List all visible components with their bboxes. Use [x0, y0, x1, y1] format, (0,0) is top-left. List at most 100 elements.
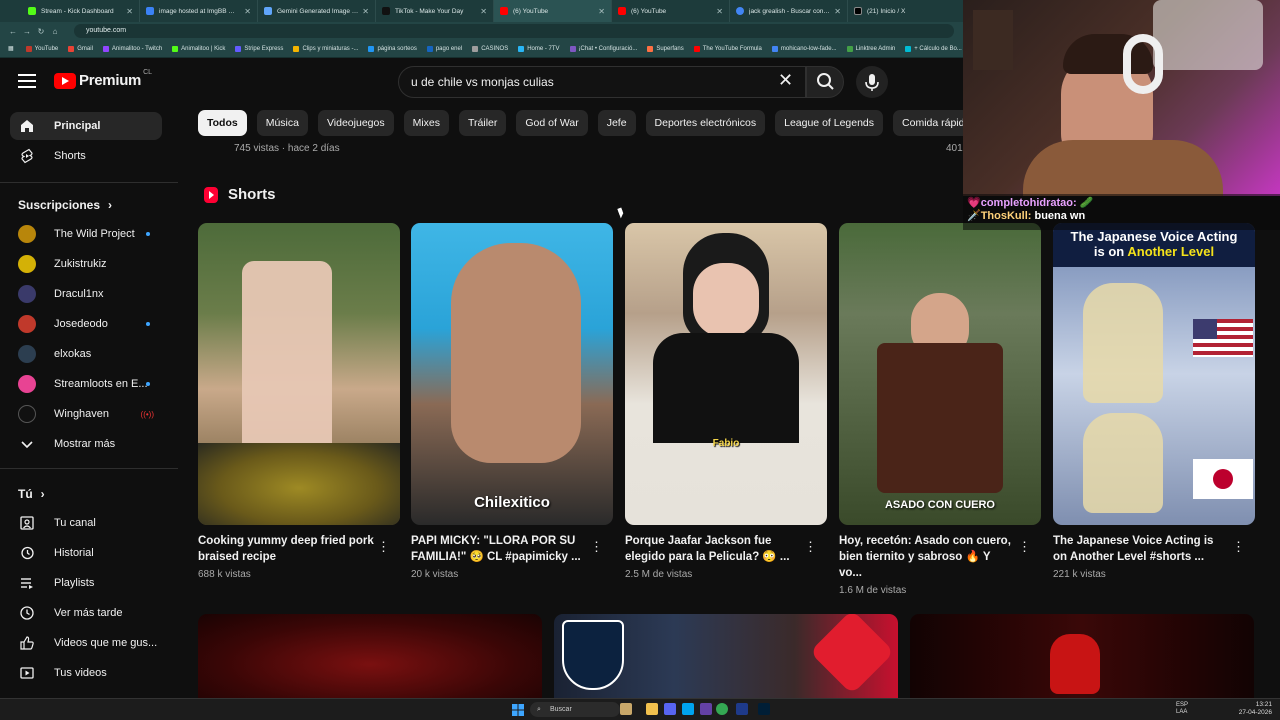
- bookmark[interactable]: Animalitoo - Twitch: [102, 45, 162, 52]
- short-title[interactable]: Cooking yummy deep fried pork braised re…: [198, 533, 374, 565]
- sidebar-item-subscription[interactable]: Dracul1nx: [10, 280, 162, 308]
- bookmark[interactable]: pago enel: [426, 45, 462, 52]
- short-title[interactable]: The Japanese Voice Acting is on Another …: [1053, 533, 1229, 565]
- discord-icon[interactable]: [664, 703, 676, 715]
- taskbar-search[interactable]: ⌕ Buscar: [530, 702, 620, 717]
- more-options-icon[interactable]: ⋮: [377, 539, 390, 555]
- sidebar-item-subscription[interactable]: Winghaven ((•)): [10, 400, 162, 428]
- sidebar-item-principal[interactable]: Principal: [10, 112, 162, 140]
- search-button[interactable]: [806, 66, 844, 98]
- close-tab-icon[interactable]: ✕: [834, 7, 841, 16]
- short-card[interactable]: Fabio Porque Jaafar Jackson fue elegido …: [625, 223, 827, 580]
- sidebar-item-playlists[interactable]: Playlists: [10, 569, 162, 597]
- sidebar-item-channel[interactable]: Tu canal: [10, 509, 162, 537]
- video-thumbnail[interactable]: [554, 614, 898, 698]
- sidebar-item-history[interactable]: Historial: [10, 539, 162, 567]
- browser-tab[interactable]: (6) YouTube ✕: [612, 0, 730, 22]
- file-explorer-icon[interactable]: [646, 703, 658, 715]
- sidebar-item-subscription[interactable]: The Wild Project: [10, 220, 162, 248]
- bookmark[interactable]: ¡Chat • Configuració...: [569, 45, 637, 52]
- back-icon[interactable]: ←: [6, 27, 20, 36]
- bookmark[interactable]: CASINOS: [472, 45, 508, 52]
- bookmark[interactable]: + Cálculo de Bo...: [905, 45, 962, 52]
- more-options-icon[interactable]: ⋮: [590, 539, 603, 555]
- video-thumbnail[interactable]: [910, 614, 1254, 698]
- bookmark[interactable]: The YouTube Formula: [693, 45, 762, 52]
- photoshop-icon[interactable]: [758, 703, 770, 715]
- short-thumbnail[interactable]: Fabio: [625, 223, 827, 525]
- chrome-icon[interactable]: [716, 703, 728, 715]
- store-icon[interactable]: [682, 703, 694, 715]
- premiere-icon[interactable]: [736, 703, 748, 715]
- widgets-icon[interactable]: [620, 703, 632, 715]
- bookmark[interactable]: mohicano-low-fade...: [771, 45, 837, 52]
- more-options-icon[interactable]: ⋮: [1232, 539, 1245, 555]
- bookmark[interactable]: Linktree Admin: [846, 45, 895, 52]
- apps-icon[interactable]: ▦: [8, 45, 14, 52]
- sidebar-item-watch-later[interactable]: Ver más tarde: [10, 599, 162, 627]
- chip[interactable]: Música: [256, 110, 308, 136]
- browser-tab[interactable]: (21) Inicio / X: [848, 0, 966, 22]
- close-tab-icon[interactable]: ✕: [716, 7, 723, 16]
- sidebar-item-shorts[interactable]: Shorts: [10, 142, 162, 170]
- short-thumbnail[interactable]: The Japanese Voice Acting is on Another …: [1053, 223, 1255, 525]
- close-tab-icon[interactable]: ✕: [480, 7, 487, 16]
- url-input[interactable]: youtube.com: [74, 24, 954, 38]
- chip[interactable]: Deportes electrónicos: [645, 110, 766, 136]
- app-icon[interactable]: [700, 703, 712, 715]
- bookmark[interactable]: Stripe Express: [235, 45, 283, 52]
- clear-icon[interactable]: ✕: [778, 70, 793, 91]
- chip[interactable]: Videojuegos: [317, 110, 394, 136]
- forward-icon[interactable]: →: [20, 27, 34, 36]
- short-thumbnail[interactable]: [198, 223, 400, 525]
- bookmark[interactable]: Clips y miniaturas -...: [293, 45, 358, 52]
- bookmark[interactable]: Home - 7TV: [518, 45, 560, 52]
- chip[interactable]: League of Legends: [775, 110, 884, 136]
- subscriptions-heading[interactable]: Suscripciones ›: [18, 198, 112, 212]
- bookmark[interactable]: Animalitoo | Kick: [172, 45, 225, 52]
- close-tab-icon[interactable]: ✕: [126, 7, 133, 16]
- browser-tab-active[interactable]: (6) YouTube ✕: [494, 0, 612, 22]
- close-tab-icon[interactable]: ✕: [244, 7, 251, 16]
- you-heading[interactable]: Tú ›: [18, 487, 45, 501]
- short-card[interactable]: ASADO CON CUERO Hoy, recetón: Asado con …: [839, 223, 1041, 596]
- close-tab-icon[interactable]: ✕: [362, 7, 369, 16]
- chip[interactable]: God of War: [516, 110, 588, 136]
- short-card[interactable]: Cooking yummy deep fried pork braised re…: [198, 223, 400, 580]
- more-options-icon[interactable]: ⋮: [804, 539, 817, 555]
- clock[interactable]: 13:21 27-04-2026: [1239, 701, 1272, 717]
- bookmark[interactable]: Superfans: [647, 45, 684, 52]
- reload-icon[interactable]: ↻: [34, 27, 48, 36]
- windows-start-icon[interactable]: [512, 703, 524, 716]
- browser-tab[interactable]: Gemini Generated Image pwzn... ✕: [258, 0, 376, 22]
- youtube-logo[interactable]: Premium CL: [54, 69, 152, 89]
- search-input[interactable]: u de chile vs monjas culias: [398, 66, 806, 98]
- close-tab-icon[interactable]: ✕: [598, 7, 605, 16]
- short-thumbnail[interactable]: ASADO CON CUERO: [839, 223, 1041, 525]
- video-thumbnail[interactable]: [198, 614, 542, 698]
- bookmark[interactable]: YouTube: [25, 45, 58, 52]
- chip[interactable]: Tráiler: [459, 110, 507, 136]
- chip-todos[interactable]: Todos: [198, 110, 247, 136]
- short-card[interactable]: Chilexitico PAPI MICKY: "LLORA POR SU FA…: [411, 223, 613, 580]
- sidebar-item-subscription[interactable]: Streamloots en E...: [10, 370, 162, 398]
- browser-tab[interactable]: image hosted at ImgBB — Img... ✕: [140, 0, 258, 22]
- bookmark[interactable]: página sorteos: [368, 45, 417, 52]
- language-indicator[interactable]: ESP LAA: [1176, 702, 1188, 716]
- home-icon[interactable]: ⌂: [48, 27, 62, 36]
- chip[interactable]: Mixes: [403, 110, 450, 136]
- menu-icon[interactable]: [18, 74, 36, 88]
- mic-button[interactable]: [856, 66, 888, 98]
- browser-tab[interactable]: Stream - Kick Dashboard ✕: [22, 0, 140, 22]
- sidebar-item-liked[interactable]: Videos que me gus...: [10, 629, 162, 657]
- short-thumbnail[interactable]: Chilexitico: [411, 223, 613, 525]
- chip[interactable]: Comida rápida: [893, 110, 964, 136]
- short-title[interactable]: Hoy, recetón: Asado con cuero, bien tier…: [839, 533, 1015, 581]
- chip[interactable]: Jefe: [597, 110, 636, 136]
- short-title[interactable]: Porque Jaafar Jackson fue elegido para l…: [625, 533, 801, 565]
- short-title[interactable]: PAPI MICKY: "LLORA POR SU FAMILIA!" 🥺 CL…: [411, 533, 587, 565]
- browser-tab[interactable]: jack grealish - Buscar con Goog...✕: [730, 0, 848, 22]
- short-card[interactable]: The Japanese Voice Acting is on Another …: [1053, 223, 1255, 580]
- sidebar-item-subscription[interactable]: Zukistrukiz: [10, 250, 162, 278]
- sidebar-item-your-videos[interactable]: Tus videos: [10, 659, 162, 687]
